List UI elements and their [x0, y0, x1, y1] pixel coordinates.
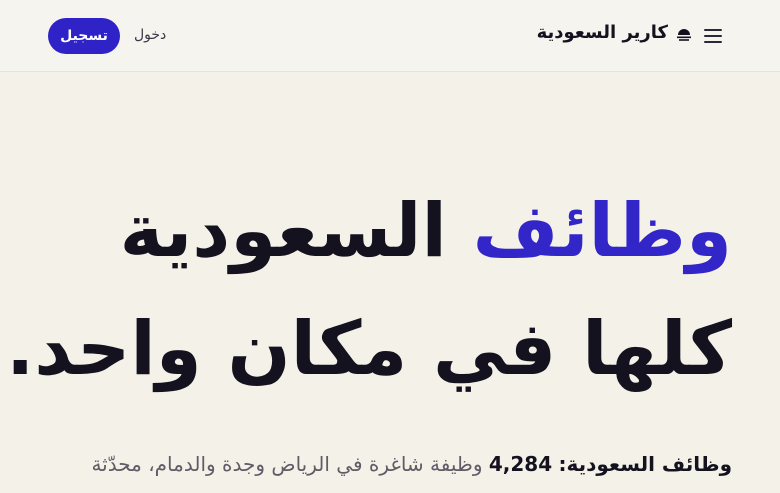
brand-logo-link[interactable]: كارير السعودية: [537, 22, 692, 43]
menu-line: [704, 29, 722, 31]
subtitle-text: وظيفة شاغرة في الرياض وجدة والدمام، محدّ…: [91, 452, 483, 476]
hero-line-2: كلها في مكان واحد.: [6, 306, 733, 392]
brand-name: كارير السعودية: [536, 22, 668, 43]
hero-subtitle: وظائف السعودية: 4,284 وظيفة شاغرة في الر…: [32, 446, 732, 482]
hamburger-menu-button[interactable]: [702, 25, 724, 47]
site-header: كارير السعودية دخول تسجيل: [0, 0, 780, 72]
menu-line: [704, 35, 722, 37]
signup-button[interactable]: تسجيل: [48, 18, 120, 54]
login-link[interactable]: دخول: [134, 27, 166, 43]
hero-line-1-rest: السعودية: [119, 188, 448, 274]
subtitle-lead: وظائف السعودية:: [558, 452, 732, 476]
menu-line: [704, 41, 722, 43]
hero-accent-word: وظائف: [472, 188, 733, 274]
job-count: 4,284: [488, 452, 553, 476]
hero-line-1: وظائف السعودية: [72, 172, 733, 290]
hero-heading: وظائف السعودية كلها في مكان واحد.: [6, 172, 733, 408]
sunrise-icon: [676, 26, 692, 41]
